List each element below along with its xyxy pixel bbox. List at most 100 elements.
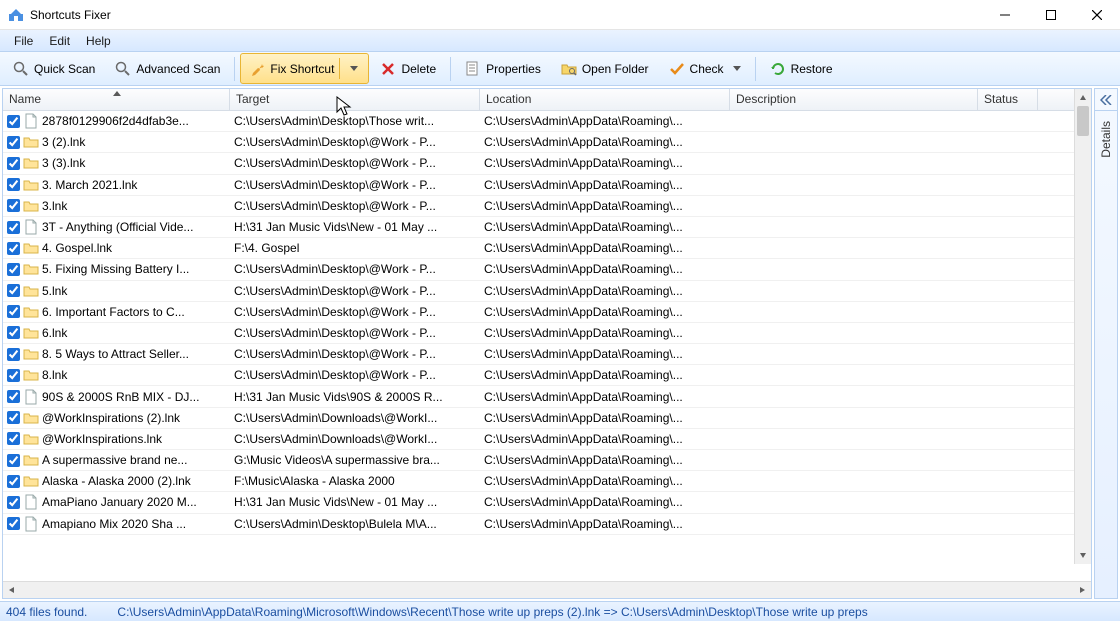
collapse-panel-button[interactable]	[1095, 89, 1117, 111]
details-label[interactable]: Details	[1099, 121, 1113, 158]
cell-location: C:\Users\Admin\AppData\Roaming\...	[480, 368, 730, 382]
row-checkbox[interactable]	[7, 475, 20, 488]
row-checkbox[interactable]	[7, 157, 20, 170]
maximize-button[interactable]	[1028, 0, 1074, 30]
table-row[interactable]: 3T - Anything (Official Vide...H:\31 Jan…	[3, 217, 1091, 238]
row-checkbox[interactable]	[7, 263, 20, 276]
table-row[interactable]: 90S & 2000S RnB MIX - DJ...H:\31 Jan Mus…	[3, 386, 1091, 407]
row-checkbox[interactable]	[7, 305, 20, 318]
delete-button[interactable]: Delete	[371, 56, 445, 82]
properties-button[interactable]: Properties	[456, 56, 550, 82]
details-panel: Details	[1094, 88, 1118, 599]
fix-shortcut-button[interactable]: Fix Shortcut	[240, 53, 369, 84]
table-row[interactable]: @WorkInspirations (2).lnkC:\Users\Admin\…	[3, 408, 1091, 429]
folder-icon	[23, 198, 39, 214]
table-row[interactable]: 6.lnkC:\Users\Admin\Desktop\@Work - P...…	[3, 323, 1091, 344]
scroll-up-icon[interactable]	[1075, 89, 1091, 106]
table-row[interactable]: Amapiano Mix 2020 Sha ...C:\Users\Admin\…	[3, 514, 1091, 535]
row-checkbox[interactable]	[7, 348, 20, 361]
scroll-down-icon[interactable]	[1075, 547, 1091, 564]
table-row[interactable]: 6. Important Factors to C...C:\Users\Adm…	[3, 302, 1091, 323]
menu-file[interactable]: File	[6, 32, 41, 50]
col-target[interactable]: Target	[230, 89, 480, 110]
cell-target: F:\4. Gospel	[230, 241, 480, 255]
cell-name: 6.lnk	[42, 326, 67, 340]
cell-name: 5.lnk	[42, 284, 67, 298]
row-checkbox[interactable]	[7, 496, 20, 509]
cell-location: C:\Users\Admin\AppData\Roaming\...	[480, 432, 730, 446]
quick-scan-button[interactable]: Quick Scan	[4, 56, 104, 82]
cell-location: C:\Users\Admin\AppData\Roaming\...	[480, 178, 730, 192]
row-checkbox[interactable]	[7, 411, 20, 424]
row-checkbox[interactable]	[7, 221, 20, 234]
col-description[interactable]: Description	[730, 89, 978, 110]
file-icon	[23, 113, 39, 129]
row-checkbox[interactable]	[7, 390, 20, 403]
check-label: Check	[690, 62, 724, 76]
table-row[interactable]: 5.lnkC:\Users\Admin\Desktop\@Work - P...…	[3, 281, 1091, 302]
cell-name: 6. Important Factors to C...	[42, 305, 185, 319]
table-row[interactable]: 5. Fixing Missing Battery I...C:\Users\A…	[3, 259, 1091, 280]
table-row[interactable]: @WorkInspirations.lnkC:\Users\Admin\Down…	[3, 429, 1091, 450]
menu-edit[interactable]: Edit	[41, 32, 78, 50]
table-row[interactable]: A supermassive brand ne...G:\Music Video…	[3, 450, 1091, 471]
minimize-button[interactable]	[982, 0, 1028, 30]
cell-target: H:\31 Jan Music Vids\New - 01 May ...	[230, 220, 480, 234]
cell-target: H:\31 Jan Music Vids\90S & 2000S R...	[230, 390, 480, 404]
row-checkbox[interactable]	[7, 115, 20, 128]
advanced-scan-button[interactable]: Advanced Scan	[106, 56, 229, 82]
col-location[interactable]: Location	[480, 89, 730, 110]
row-checkbox[interactable]	[7, 136, 20, 149]
menu-help[interactable]: Help	[78, 32, 119, 50]
row-checkbox[interactable]	[7, 178, 20, 191]
table-row[interactable]: 3 (3).lnkC:\Users\Admin\Desktop\@Work - …	[3, 153, 1091, 174]
row-checkbox[interactable]	[7, 326, 20, 339]
magnifier-icon	[13, 61, 29, 77]
status-count: 404 files found.	[6, 605, 87, 619]
vertical-scrollbar[interactable]	[1074, 89, 1091, 564]
folder-icon	[23, 410, 39, 426]
row-checkbox[interactable]	[7, 432, 20, 445]
cell-name: 4. Gospel.lnk	[42, 241, 112, 255]
row-checkbox[interactable]	[7, 284, 20, 297]
folder-icon	[23, 367, 39, 383]
scroll-left-icon[interactable]	[3, 587, 20, 593]
properties-icon	[465, 61, 481, 77]
table-row[interactable]: AmaPiano January 2020 M...H:\31 Jan Musi…	[3, 492, 1091, 513]
row-checkbox[interactable]	[7, 454, 20, 467]
horizontal-scrollbar[interactable]	[3, 581, 1091, 598]
wrench-icon	[249, 61, 265, 77]
open-folder-button[interactable]: Open Folder	[552, 56, 658, 82]
cell-location: C:\Users\Admin\AppData\Roaming\...	[480, 347, 730, 361]
table-row[interactable]: 3 (2).lnkC:\Users\Admin\Desktop\@Work - …	[3, 132, 1091, 153]
check-dropdown[interactable]	[733, 66, 741, 71]
delete-icon	[380, 61, 396, 77]
main-area: Name Target Location Description Status …	[0, 86, 1120, 601]
row-checkbox[interactable]	[7, 517, 20, 530]
fix-shortcut-dropdown[interactable]	[339, 58, 364, 79]
table-row[interactable]: 3. March 2021.lnkC:\Users\Admin\Desktop\…	[3, 175, 1091, 196]
row-checkbox[interactable]	[7, 242, 20, 255]
cell-location: C:\Users\Admin\AppData\Roaming\...	[480, 284, 730, 298]
folder-icon	[23, 452, 39, 468]
scroll-thumb[interactable]	[1077, 106, 1089, 136]
table-row[interactable]: 8.lnkC:\Users\Admin\Desktop\@Work - P...…	[3, 365, 1091, 386]
table-row[interactable]: 2878f0129906f2d4dfab3e...C:\Users\Admin\…	[3, 111, 1091, 132]
restore-button[interactable]: Restore	[761, 56, 842, 82]
cell-location: C:\Users\Admin\AppData\Roaming\...	[480, 262, 730, 276]
cell-target: C:\Users\Admin\Desktop\@Work - P...	[230, 178, 480, 192]
table-row[interactable]: 3.lnkC:\Users\Admin\Desktop\@Work - P...…	[3, 196, 1091, 217]
table-row[interactable]: 4. Gospel.lnkF:\4. GospelC:\Users\Admin\…	[3, 238, 1091, 259]
row-checkbox[interactable]	[7, 199, 20, 212]
check-button[interactable]: Check	[660, 56, 750, 82]
advanced-scan-label: Advanced Scan	[136, 62, 220, 76]
table-row[interactable]: 8. 5 Ways to Attract Seller...C:\Users\A…	[3, 344, 1091, 365]
scroll-right-icon[interactable]	[1074, 587, 1091, 593]
row-checkbox[interactable]	[7, 369, 20, 382]
folder-icon	[23, 134, 39, 150]
folder-icon	[23, 283, 39, 299]
col-status[interactable]: Status	[978, 89, 1038, 110]
close-button[interactable]	[1074, 0, 1120, 30]
table-row[interactable]: Alaska - Alaska 2000 (2).lnkF:\Music\Ala…	[3, 471, 1091, 492]
cell-name: 3 (2).lnk	[42, 135, 85, 149]
